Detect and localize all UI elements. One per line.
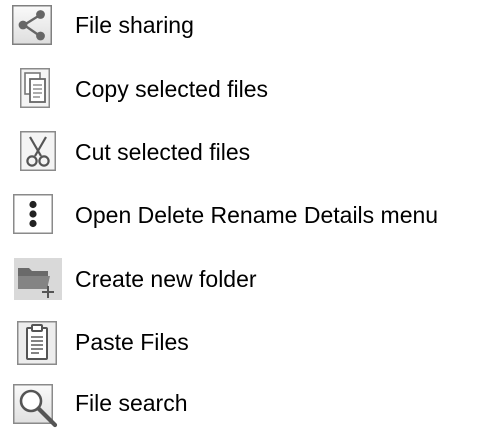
legend-item-cut: Cut selected files [0,127,497,177]
legend-item-file-sharing: File sharing [0,0,497,50]
share-icon [12,5,52,45]
legend-label: Paste Files [75,329,189,355]
clipboard-icon [17,321,57,365]
more-vertical-icon [13,194,53,234]
legend-label: Copy selected files [75,76,269,102]
new-folder-icon [14,258,62,300]
search-icon [13,384,59,430]
legend-label: Open Delete Rename Details menu [75,202,439,228]
legend-item-more-menu: Open Delete Rename Details menu [0,190,497,240]
legend-label: Cut selected files [75,139,251,165]
legend-item-new-folder: Create new folder [0,254,497,304]
legend-item-copy: Copy selected files [0,64,497,114]
copy-icon [20,68,50,108]
legend-label: File search [75,390,188,416]
scissors-icon [20,131,56,171]
icon-legend: File sharing Copy selected files Cut sel… [0,0,497,435]
legend-item-paste: Paste Files [0,317,497,367]
legend-label: File sharing [75,12,194,38]
legend-item-file-search: File search [0,380,497,430]
legend-label: Create new folder [75,266,257,292]
